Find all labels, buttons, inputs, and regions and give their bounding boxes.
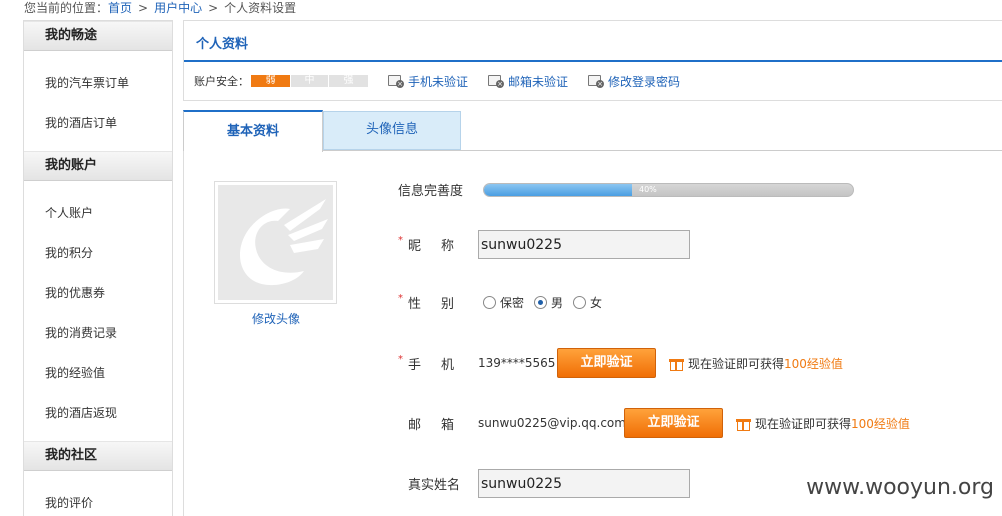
completeness-percent: 40% <box>639 184 657 194</box>
gender-option-label: 保密 <box>500 296 525 310</box>
sidebar-item-experience[interactable]: 我的经验值 <box>24 353 172 393</box>
main-content: 个人资料 账户安全： 弱 中 强 × 手机未验证 × 邮箱未验证 × 修改登录密… <box>183 20 1002 516</box>
sidebar-item-personal-account[interactable]: 个人账户 <box>24 193 172 233</box>
tab-bar: 基本资料 头像信息 <box>183 110 1002 152</box>
phone-reward-note: 现在验证即可获得 100经验值 <box>669 355 843 372</box>
gender-label: * 性别 <box>398 293 483 312</box>
sidebar-item-reviews[interactable]: 我的评价 <box>24 483 172 516</box>
email-unverified-link[interactable]: × 邮箱未验证 <box>488 73 568 90</box>
sidebar-section-title: 我的社区 <box>24 441 172 471</box>
gender-radio-female[interactable]: 女 <box>573 294 602 311</box>
sidebar-section-items: 个人账户 我的积分 我的优惠券 我的消费记录 我的经验值 我的酒店返现 <box>24 181 172 441</box>
breadcrumb-home-link[interactable]: 首页 <box>108 1 132 15</box>
breadcrumb: 您当前的位置：首页 > 用户中心 > 个人资料设置 <box>24 0 296 16</box>
realname-input[interactable] <box>478 469 690 498</box>
email-value: sunwu0225@vip.qq.com <box>478 416 626 430</box>
edit-avatar-link[interactable]: 修改头像 <box>252 310 300 327</box>
sidebar-section-items: 我的评价 <box>24 471 172 516</box>
phone-row: * 手机 139****5565 立即验证 现在验证即可获得 100经验值 <box>398 348 843 378</box>
phone-unverified-label: 手机未验证 <box>408 74 469 89</box>
breadcrumb-separator: > <box>138 1 149 15</box>
completeness-row: 信息完善度 40% <box>398 180 854 199</box>
nickname-label-text: 昵称 <box>408 239 475 254</box>
verify-email-button[interactable]: 立即验证 <box>624 408 723 438</box>
watermark: www.wooyun.org <box>806 475 994 500</box>
breadcrumb-user-center-link[interactable]: 用户中心 <box>154 1 202 15</box>
sidebar-item-hotel-cashback[interactable]: 我的酒店返现 <box>24 393 172 433</box>
title-divider <box>184 60 1002 62</box>
security-strength-meter: 弱 中 强 <box>251 75 368 87</box>
nickname-row: * 昵称 <box>398 230 690 259</box>
strength-strong: 强 <box>329 75 368 87</box>
radio-circle-checked <box>534 296 548 309</box>
password-lock-icon: × <box>588 74 605 88</box>
reward-prefix: 现在验证即可获得 <box>755 416 852 431</box>
page-title: 个人资料 <box>196 37 249 52</box>
completeness-label: 信息完善度 <box>398 184 464 199</box>
email-label: 邮箱 <box>408 414 478 433</box>
default-avatar-logo-icon <box>218 185 333 300</box>
reward-highlight: 100经验值 <box>851 416 910 431</box>
nickname-label: * 昵称 <box>398 235 478 254</box>
security-label: 账户安全： <box>194 75 249 88</box>
sidebar-section-title: 我的账户 <box>24 151 172 181</box>
phone-card-icon: × <box>388 74 404 88</box>
reward-prefix: 现在验证即可获得 <box>688 356 785 371</box>
gender-radio-secret[interactable]: 保密 <box>483 294 524 311</box>
verify-phone-button[interactable]: 立即验证 <box>557 348 656 378</box>
phone-label: * 手机 <box>398 354 478 373</box>
gift-icon <box>669 356 684 371</box>
avatar[interactable] <box>214 181 337 304</box>
strength-medium: 中 <box>290 75 329 87</box>
nickname-input[interactable] <box>478 230 690 259</box>
change-password-link[interactable]: × 修改登录密码 <box>588 73 680 90</box>
breadcrumb-separator: > <box>208 1 219 15</box>
realname-label: 真实姓名 <box>408 478 461 493</box>
sidebar-item-points[interactable]: 我的积分 <box>24 233 172 273</box>
required-mark: * <box>398 353 403 365</box>
email-reward-note: 现在验证即可获得 100经验值 <box>736 415 910 432</box>
email-row: 邮箱 sunwu0225@vip.qq.com 立即验证 现在验证即可获得 100… <box>408 408 910 438</box>
sidebar-item-hotel-orders[interactable]: 我的酒店订单 <box>24 103 172 143</box>
sidebar: 我的畅途 我的汽车票订单 我的酒店订单 我的账户 个人账户 我的积分 我的优惠券… <box>23 20 173 516</box>
sidebar-item-coupons[interactable]: 我的优惠券 <box>24 273 172 313</box>
completeness-progress-bar: 40% <box>483 182 854 197</box>
phone-unverified-link[interactable]: × 手机未验证 <box>388 73 468 90</box>
sidebar-item-spending-records[interactable]: 我的消费记录 <box>24 313 172 353</box>
gender-label-text: 性别 <box>408 297 475 312</box>
sidebar-section-title: 我的畅途 <box>24 21 172 51</box>
reward-highlight: 100经验值 <box>784 356 843 371</box>
sidebar-item-bus-orders[interactable]: 我的汽车票订单 <box>24 63 172 103</box>
email-label-text: 邮箱 <box>408 417 475 433</box>
breadcrumb-current: 个人资料设置 <box>224 1 297 15</box>
content-left-border <box>183 151 184 516</box>
email-card-icon: × <box>488 74 505 88</box>
change-password-label: 修改登录密码 <box>608 74 681 89</box>
phone-value: 139****5565 <box>478 356 556 370</box>
email-unverified-label: 邮箱未验证 <box>508 74 569 89</box>
strength-weak: 弱 <box>251 75 290 87</box>
account-security-row: 账户安全： 弱 中 强 × 手机未验证 × 邮箱未验证 × 修改登录密码 <box>194 73 680 89</box>
gender-radio-male[interactable]: 男 <box>534 294 563 311</box>
sidebar-section-items: 我的汽车票订单 我的酒店订单 <box>24 51 172 151</box>
tab-avatar-info[interactable]: 头像信息 <box>323 111 461 150</box>
realname-row: 真实姓名 <box>408 469 690 498</box>
gender-row: * 性别 保密 男 女 <box>398 293 612 312</box>
gender-option-label: 男 <box>551 296 564 310</box>
profile-header: 个人资料 账户安全： 弱 中 强 × 手机未验证 × 邮箱未验证 × 修改登录密… <box>183 20 1002 101</box>
tab-basic-info[interactable]: 基本资料 <box>183 110 323 152</box>
phone-label-text: 手机 <box>408 357 475 373</box>
gender-option-label: 女 <box>590 296 603 310</box>
breadcrumb-prefix: 您当前的位置： <box>24 1 109 15</box>
radio-circle <box>573 296 587 309</box>
radio-circle <box>483 296 496 309</box>
required-mark: * <box>398 293 403 304</box>
required-mark: * <box>398 235 403 246</box>
gift-icon <box>736 416 751 431</box>
completeness-progress-fill <box>484 183 632 196</box>
